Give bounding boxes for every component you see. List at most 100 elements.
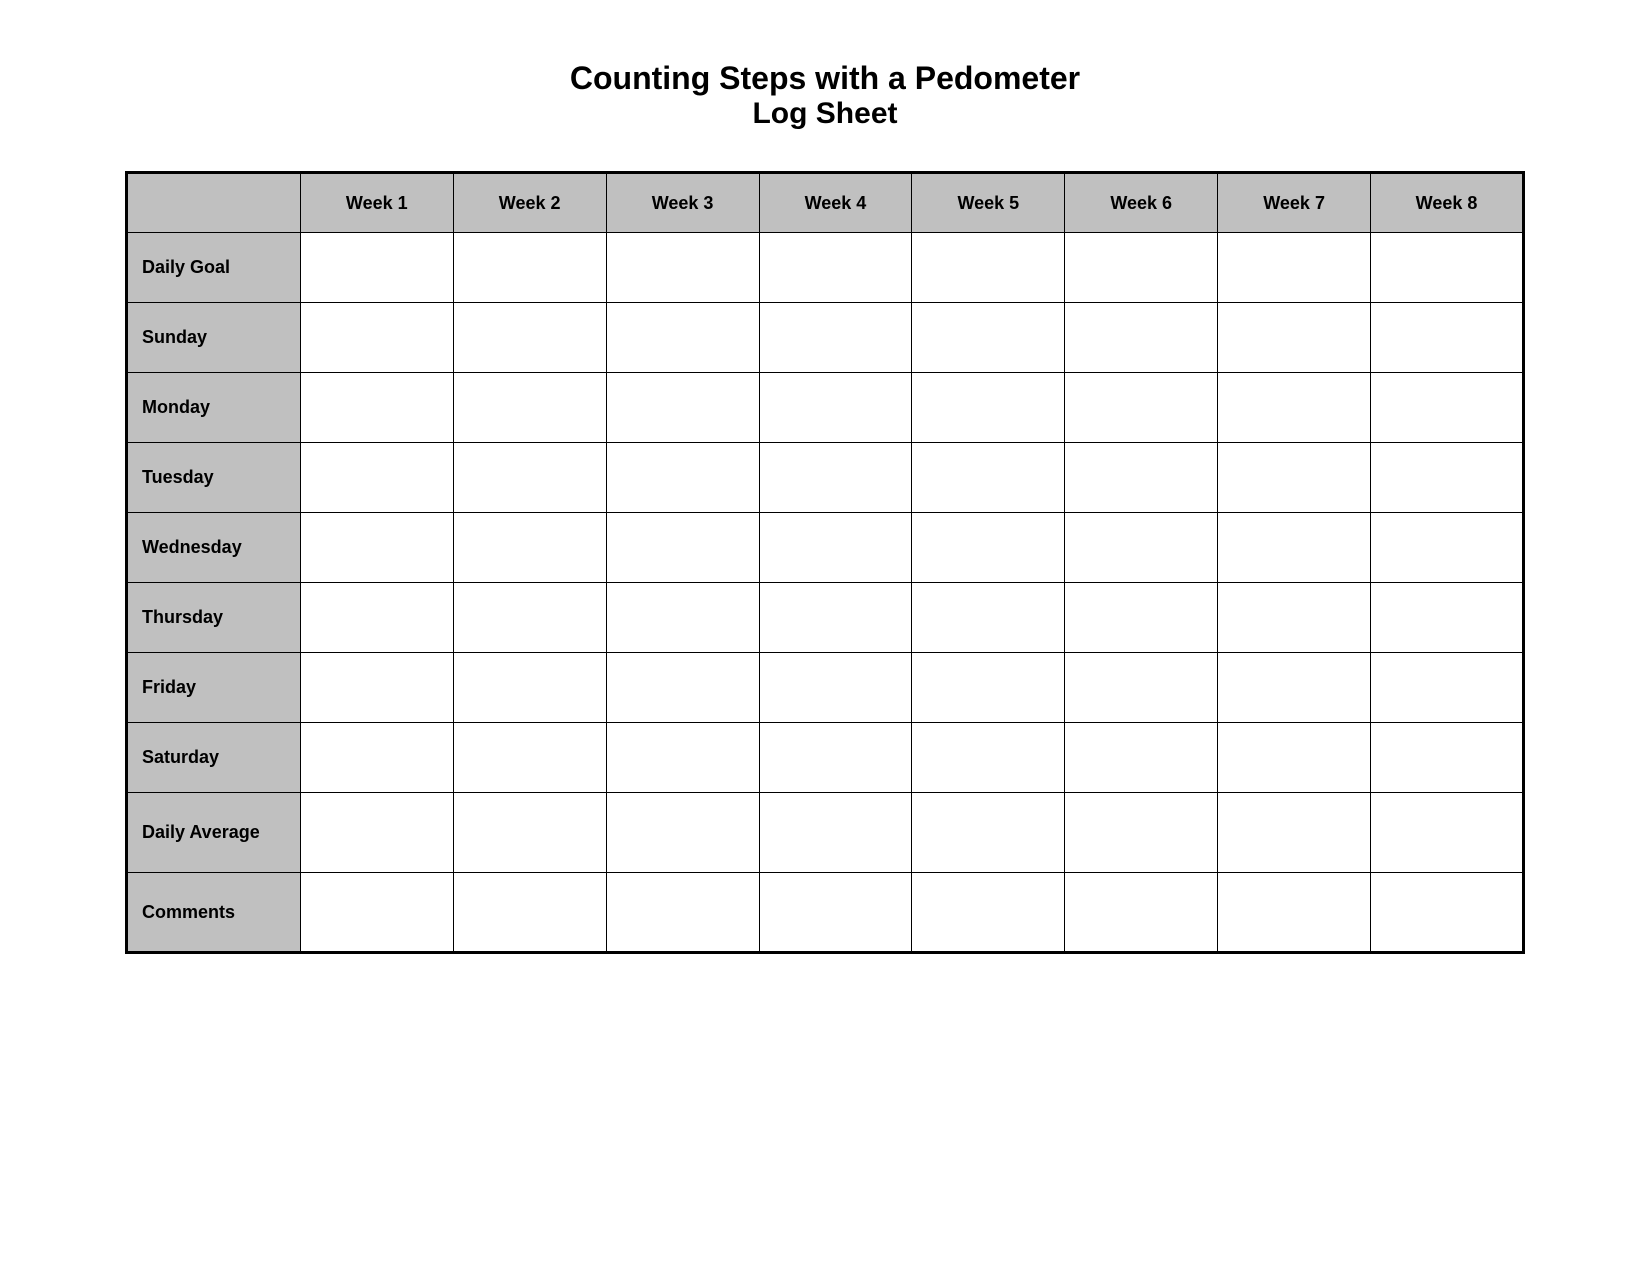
cell-8-week1[interactable] [300,793,453,873]
row-label-saturday: Saturday [127,723,301,793]
cell-1-week2[interactable] [453,303,606,373]
cell-9-week6[interactable] [1065,873,1218,953]
table-row: Comments [127,873,1524,953]
cell-4-week4[interactable] [759,513,912,583]
cell-7-week2[interactable] [453,723,606,793]
cell-5-week8[interactable] [1371,583,1524,653]
header-week2: Week 2 [453,173,606,233]
cell-3-week3[interactable] [606,443,759,513]
row-label-sunday: Sunday [127,303,301,373]
header-week8: Week 8 [1371,173,1524,233]
cell-8-week5[interactable] [912,793,1065,873]
cell-1-week5[interactable] [912,303,1065,373]
cell-6-week4[interactable] [759,653,912,723]
cell-7-week8[interactable] [1371,723,1524,793]
cell-0-week4[interactable] [759,233,912,303]
cell-8-week3[interactable] [606,793,759,873]
cell-2-week2[interactable] [453,373,606,443]
cell-4-week8[interactable] [1371,513,1524,583]
cell-9-week3[interactable] [606,873,759,953]
header-empty-cell [127,173,301,233]
cell-7-week6[interactable] [1065,723,1218,793]
cell-5-week2[interactable] [453,583,606,653]
cell-4-week6[interactable] [1065,513,1218,583]
main-title: Counting Steps with a Pedometer [570,60,1080,97]
cell-7-week1[interactable] [300,723,453,793]
cell-0-week7[interactable] [1218,233,1371,303]
table-row: Saturday [127,723,1524,793]
cell-6-week6[interactable] [1065,653,1218,723]
cell-0-week6[interactable] [1065,233,1218,303]
cell-1-week6[interactable] [1065,303,1218,373]
cell-5-week6[interactable] [1065,583,1218,653]
cell-9-week7[interactable] [1218,873,1371,953]
row-label-daily-goal: Daily Goal [127,233,301,303]
cell-0-week1[interactable] [300,233,453,303]
cell-9-week8[interactable] [1371,873,1524,953]
table-row: Sunday [127,303,1524,373]
cell-2-week3[interactable] [606,373,759,443]
cell-5-week7[interactable] [1218,583,1371,653]
cell-5-week5[interactable] [912,583,1065,653]
row-label-friday: Friday [127,653,301,723]
cell-0-week3[interactable] [606,233,759,303]
log-table: Week 1 Week 2 Week 3 Week 4 Week 5 Week … [125,171,1525,954]
table-row: Monday [127,373,1524,443]
cell-9-week1[interactable] [300,873,453,953]
cell-4-week7[interactable] [1218,513,1371,583]
header-week1: Week 1 [300,173,453,233]
cell-1-week8[interactable] [1371,303,1524,373]
table-row: Daily Goal [127,233,1524,303]
cell-9-week4[interactable] [759,873,912,953]
cell-1-week1[interactable] [300,303,453,373]
cell-4-week3[interactable] [606,513,759,583]
cell-7-week7[interactable] [1218,723,1371,793]
cell-6-week8[interactable] [1371,653,1524,723]
cell-7-week5[interactable] [912,723,1065,793]
cell-6-week1[interactable] [300,653,453,723]
row-label-tuesday: Tuesday [127,443,301,513]
cell-3-week4[interactable] [759,443,912,513]
cell-4-week5[interactable] [912,513,1065,583]
cell-7-week3[interactable] [606,723,759,793]
cell-2-week8[interactable] [1371,373,1524,443]
cell-1-week3[interactable] [606,303,759,373]
cell-5-week4[interactable] [759,583,912,653]
cell-8-week6[interactable] [1065,793,1218,873]
cell-4-week1[interactable] [300,513,453,583]
cell-0-week8[interactable] [1371,233,1524,303]
cell-5-week3[interactable] [606,583,759,653]
table-row: Friday [127,653,1524,723]
row-label-thursday: Thursday [127,583,301,653]
cell-6-week3[interactable] [606,653,759,723]
cell-1-week7[interactable] [1218,303,1371,373]
cell-0-week5[interactable] [912,233,1065,303]
cell-3-week2[interactable] [453,443,606,513]
cell-6-week2[interactable] [453,653,606,723]
cell-2-week7[interactable] [1218,373,1371,443]
cell-8-week7[interactable] [1218,793,1371,873]
cell-9-week5[interactable] [912,873,1065,953]
cell-3-week7[interactable] [1218,443,1371,513]
cell-3-week8[interactable] [1371,443,1524,513]
cell-2-week6[interactable] [1065,373,1218,443]
cell-2-week4[interactable] [759,373,912,443]
cell-6-week7[interactable] [1218,653,1371,723]
cell-5-week1[interactable] [300,583,453,653]
cell-2-week1[interactable] [300,373,453,443]
cell-1-week4[interactable] [759,303,912,373]
cell-3-week5[interactable] [912,443,1065,513]
cell-8-week4[interactable] [759,793,912,873]
cell-3-week1[interactable] [300,443,453,513]
cell-7-week4[interactable] [759,723,912,793]
cell-3-week6[interactable] [1065,443,1218,513]
cell-8-week8[interactable] [1371,793,1524,873]
cell-6-week5[interactable] [912,653,1065,723]
cell-9-week2[interactable] [453,873,606,953]
cell-8-week2[interactable] [453,793,606,873]
cell-4-week2[interactable] [453,513,606,583]
cell-2-week5[interactable] [912,373,1065,443]
row-label-monday: Monday [127,373,301,443]
row-label-comments: Comments [127,873,301,953]
cell-0-week2[interactable] [453,233,606,303]
